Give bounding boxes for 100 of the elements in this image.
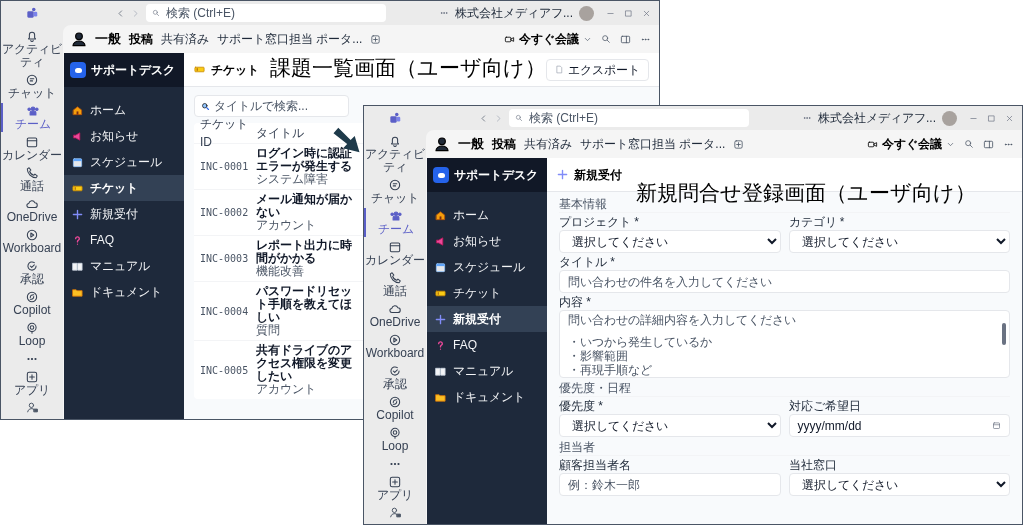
sidebar-item[interactable]: チケット [64, 175, 184, 201]
account-name[interactable]: 株式会社メディアフ... [818, 109, 936, 127]
field-label: 優先度 * [559, 400, 603, 413]
ticket-title[interactable]: ログイン時に認証エラーが発生する [256, 147, 354, 173]
channel-tab[interactable]: 共有済み [161, 30, 209, 48]
rail-button[interactable]: カレンダー [1, 134, 63, 163]
panel-icon [620, 33, 631, 45]
loop-icon [25, 321, 39, 335]
rail-button[interactable]: アクティビティ [364, 133, 426, 175]
caption: 課題一覧画面（ユーザ向け） [270, 55, 546, 81]
field-label: 顧客担当者名 [559, 459, 631, 472]
search-field[interactable]: 検索 (Ctrl+E) [146, 4, 386, 22]
section-heading: 担当者 [559, 441, 1010, 456]
text-field[interactable]: 問い合わせの件名を入力してください [559, 270, 1010, 293]
field-label: カテゴリ * [788, 216, 845, 229]
rail-button[interactable]: チャット [364, 177, 426, 206]
sidebar-item[interactable]: ホーム [427, 202, 547, 228]
ticket-title[interactable]: 共有ドライブのアクセス権限を変更したい [256, 344, 354, 383]
calendar-icon [25, 135, 39, 149]
circle-play-icon [25, 228, 39, 242]
rail-button[interactable]: チャット [1, 72, 63, 101]
dropdown[interactable]: 選択してください [559, 414, 781, 437]
rail-button[interactable]: Copilot [1, 289, 63, 318]
megaphone-icon [72, 130, 83, 142]
person-silhouette-icon [434, 136, 450, 152]
ticket-category: アカウント [256, 383, 316, 396]
field-label: タイトル * [559, 256, 615, 269]
rail-button[interactable]: アプリ [364, 474, 426, 503]
rail-button[interactable]: Loop [364, 425, 426, 454]
dropdown[interactable]: 選択してください [788, 230, 1010, 253]
rail-button[interactable]: 通話 [364, 270, 426, 299]
rail-button[interactable]: Copilot [364, 394, 426, 423]
search-field[interactable]: 検索 (Ctrl+E) [509, 109, 749, 127]
rail-button[interactable]: 承認 [364, 363, 426, 392]
meet-now-button[interactable]: 今すぐ会議 [504, 30, 592, 48]
sidebar-item[interactable]: マニュアル [64, 253, 184, 279]
circle-check-icon [25, 259, 39, 273]
ticket-title[interactable]: パスワードリセット手順を教えてほしい [256, 285, 354, 324]
dropdown[interactable]: 選択してください [559, 230, 781, 253]
text-area[interactable]: 問い合わせの詳細内容を入力してください ・いつから発生しているか ・影響範囲 ・再現手順など [559, 310, 1010, 378]
section-heading: 優先度・日程 [559, 382, 1010, 397]
rail-button[interactable]: Workboard [1, 227, 63, 256]
sidebar-item[interactable]: マニュアル [427, 358, 547, 384]
ticket-category: アカウント [256, 219, 316, 232]
ticket-category: 機能改善 [256, 265, 304, 278]
table-cell-text: INC-0004 [200, 304, 250, 319]
placeholder-text: 問い合わせの詳細内容を入力してください [568, 313, 796, 327]
dropdown[interactable]: 選択してください [788, 473, 1010, 496]
ticket-title[interactable]: レポート出力に時間がかかる [256, 239, 354, 265]
channel-tab[interactable]: 投稿 [129, 30, 153, 48]
table-cell-text: INC-0003 [200, 252, 250, 266]
plus-square-icon [25, 370, 39, 384]
field-label: 当社窓口 [788, 459, 837, 472]
rail-button[interactable]: アクティビティ [1, 28, 63, 70]
sidebar-item[interactable]: お知らせ [427, 228, 547, 254]
rail-button[interactable]: アプリ [1, 369, 63, 398]
date-field[interactable]: yyyy/mm/dd [788, 414, 1010, 437]
ticket-category: システム障害 [256, 173, 328, 186]
avatar-placeholder[interactable] [579, 5, 594, 21]
swirl-icon [388, 395, 402, 409]
question-mark-icon [435, 339, 446, 351]
rail-button[interactable]: OneDrive [364, 301, 426, 330]
maximize-icon [987, 113, 996, 123]
sidebar-item[interactable]: 新規受付 [427, 306, 547, 332]
rail-button[interactable]: OneDrive [1, 196, 63, 225]
chat-bubble-icon [388, 178, 402, 192]
rail-button[interactable]: 通話 [1, 165, 63, 194]
ticket-title[interactable]: メール通知が届かない [256, 193, 354, 219]
channel-tab[interactable]: 投稿 [492, 135, 516, 153]
sidebar-item[interactable]: ドキュメント [64, 279, 184, 305]
rail-button[interactable]: 承認 [1, 258, 63, 287]
sidebar-item[interactable]: 新規受付 [64, 201, 184, 227]
people-icon [26, 104, 40, 118]
account-name[interactable]: 株式会社メディアフ... [455, 4, 573, 22]
sidebar-item[interactable]: スケジュール [427, 254, 547, 280]
sidebar-item[interactable]: ドキュメント [427, 384, 547, 410]
channel-tab[interactable]: 共有済み [524, 135, 572, 153]
channel-tab[interactable]: サポート窓口担当 ポータ... [580, 135, 726, 153]
plus-square-icon [388, 475, 402, 489]
text-field[interactable]: 例：鈴木一郎 [559, 473, 781, 496]
sidebar-item[interactable]: チケット [427, 280, 547, 306]
folder-icon [72, 286, 83, 298]
sidebar-item[interactable]: FAQ [427, 332, 547, 358]
sidebar-item[interactable]: ホーム [64, 97, 184, 123]
chat-app-icon [70, 62, 86, 78]
search-icon [964, 139, 974, 149]
search-field[interactable]: タイトルで検索... [194, 95, 349, 117]
rail-button[interactable]: Workboard [364, 332, 426, 361]
channel-tab[interactable]: サポート窓口担当 ポータ... [217, 30, 363, 48]
calendar-icon [435, 261, 446, 273]
sidebar-item[interactable]: スケジュール [64, 149, 184, 175]
sidebar-item[interactable]: FAQ [64, 227, 184, 253]
folder-icon [435, 391, 446, 403]
plus-square-icon [733, 138, 745, 150]
sidebar-item[interactable]: お知らせ [64, 123, 184, 149]
avatar-placeholder[interactable] [942, 110, 957, 126]
export-button[interactable]: エクスポート [546, 58, 649, 81]
rail-button[interactable]: カレンダー [364, 239, 426, 268]
rail-button[interactable]: Loop [1, 320, 63, 349]
meet-now-button[interactable]: 今すぐ会議 [867, 135, 955, 153]
